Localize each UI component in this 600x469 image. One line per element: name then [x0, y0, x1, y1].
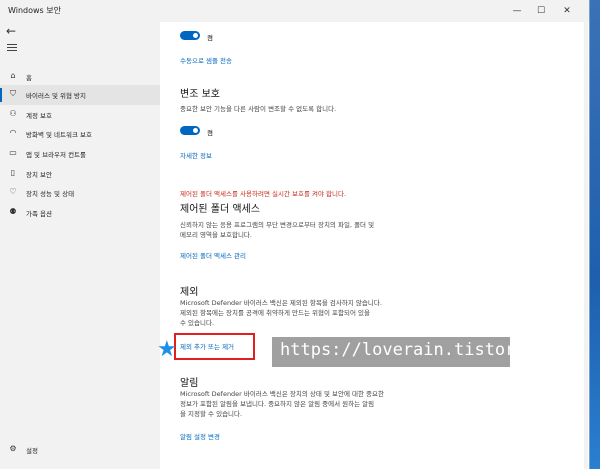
- wifi-icon: ◠: [9, 128, 17, 137]
- sidebar-item-label: 홈: [26, 74, 32, 82]
- exclusions-desc: 제외된 항목에는 장치를 공격에 취약하게 만드는 위협이 포함되어 있을: [180, 309, 370, 317]
- sidebar-item-label: 방화벽 및 네트워크 보호: [26, 131, 92, 139]
- main-content: 켬 수동으로 샘플 전송 변조 보호 중요한 보안 기능을 다른 사람이 변조할…: [160, 22, 589, 469]
- notifications-desc: 정보가 포함된 알림을 보냅니다. 중요하지 않은 알림 중에서 원하는 알림: [180, 400, 375, 408]
- title-bar: Windows 보안 — ☐ ✕: [0, 0, 589, 22]
- sidebar-item-firewall[interactable]: ◠ 방화벽 및 네트워크 보호: [0, 124, 160, 144]
- sidebar-item-label: 장치 보안: [26, 171, 52, 179]
- change-notification-settings-link[interactable]: 알림 설정 변경: [180, 431, 220, 441]
- sidebar-item-label: 앱 및 브라우저 컨트롤: [26, 151, 87, 159]
- gear-icon: ⚙: [9, 444, 17, 453]
- sidebar-item-device-security[interactable]: ▯ 장치 보안: [0, 164, 160, 184]
- sidebar-item-label: 가족 옵션: [26, 210, 52, 218]
- browser-window-icon: ▭: [9, 148, 17, 157]
- home-icon: ⌂: [10, 71, 16, 80]
- highlight-box: [174, 333, 255, 360]
- toggle-state-label: 켬: [207, 34, 213, 42]
- auto-sample-toggle[interactable]: [180, 31, 200, 40]
- scrollbar[interactable]: [584, 22, 588, 469]
- learn-more-link[interactable]: 자세한 정보: [180, 150, 212, 160]
- sidebar-item-label: 장치 성능 및 상태: [26, 190, 75, 198]
- sidebar-item-settings[interactable]: ⚙ 설정: [0, 440, 160, 460]
- shield-icon: ⛉: [10, 89, 16, 98]
- controlled-folder-access-desc: 메모리 영역을 보호합니다.: [180, 231, 252, 239]
- desktop-background: [590, 0, 600, 469]
- minimize-button[interactable]: —: [506, 3, 528, 19]
- sidebar-item-label: 설정: [26, 447, 38, 455]
- sidebar: ← ⌂ 홈 ⛉ 바이러스 및 위협 방지 ⚇ 계정 보호 ◠ 방화벽 및 네트워…: [0, 22, 160, 469]
- close-button[interactable]: ✕: [556, 3, 578, 19]
- sidebar-item-virus-protection[interactable]: ⛉ 바이러스 및 위협 방지: [0, 85, 160, 105]
- manual-submit-link[interactable]: 수동으로 샘플 전송: [180, 55, 232, 65]
- notifications-desc: Microsoft Defender 바이러스 백신은 장치의 상태 및 보안에…: [180, 390, 384, 398]
- tamper-protection-toggle[interactable]: [180, 126, 200, 135]
- toggle-state-label: 켬: [207, 129, 213, 137]
- controlled-folder-access-title: 제어된 폴더 액세스: [180, 204, 260, 215]
- sidebar-item-app-browser[interactable]: ▭ 앱 및 브라우저 컨트롤: [0, 144, 160, 164]
- exclusions-desc: Microsoft Defender 바이러스 백신은 제외된 항목을 검사하지…: [180, 299, 382, 307]
- exclusions-desc: 수 있습니다.: [180, 319, 215, 327]
- device-icon: ▯: [10, 168, 16, 177]
- sidebar-item-home[interactable]: ⌂ 홈: [0, 67, 160, 87]
- exclusions-title: 제외: [180, 287, 199, 298]
- person-icon: ⚇: [9, 109, 17, 118]
- family-icon: ⚉: [9, 207, 17, 216]
- sidebar-item-account-protection[interactable]: ⚇ 계정 보호: [0, 105, 160, 125]
- realtime-protection-warning: 제어된 폴더 액세스를 사용하려면 실시간 보호를 켜야 합니다.: [180, 190, 347, 198]
- notifications-desc: 을 지정할 수 있습니다.: [180, 410, 243, 418]
- watermark-text: https://loverain.tistory.com: [280, 340, 567, 360]
- windows-security-window: Windows 보안 — ☐ ✕ ← ⌂ 홈 ⛉ 바이러스 및 위협 방지 ⚇ …: [0, 0, 590, 469]
- window-title: Windows 보안: [8, 6, 61, 15]
- sidebar-item-label: 계정 보호: [26, 112, 52, 120]
- notifications-title: 알림: [180, 378, 199, 389]
- controlled-folder-access-desc: 신뢰하지 않는 응용 프로그램의 무단 변경으로부터 장치의 파일, 폴더 및: [180, 221, 375, 229]
- sidebar-item-device-performance[interactable]: ♡ 장치 성능 및 상태: [0, 183, 160, 203]
- sidebar-item-family-options[interactable]: ⚉ 가족 옵션: [0, 203, 160, 223]
- manage-controlled-folder-access-link[interactable]: 제어된 폴더 액세스 관리: [180, 250, 246, 260]
- back-arrow-icon[interactable]: ←: [6, 24, 16, 38]
- tamper-protection-title: 변조 보호: [180, 89, 220, 100]
- watermark: https://loverain.tistory.com: [272, 337, 567, 367]
- star-icon: ★: [157, 337, 177, 362]
- heart-icon: ♡: [9, 187, 17, 196]
- sidebar-item-label: 바이러스 및 위협 방지: [26, 92, 87, 100]
- maximize-button[interactable]: ☐: [530, 3, 552, 19]
- hamburger-menu-icon[interactable]: [7, 44, 17, 51]
- tamper-protection-desc: 중요한 보안 기능을 다른 사람이 변조할 수 없도록 합니다.: [180, 105, 337, 113]
